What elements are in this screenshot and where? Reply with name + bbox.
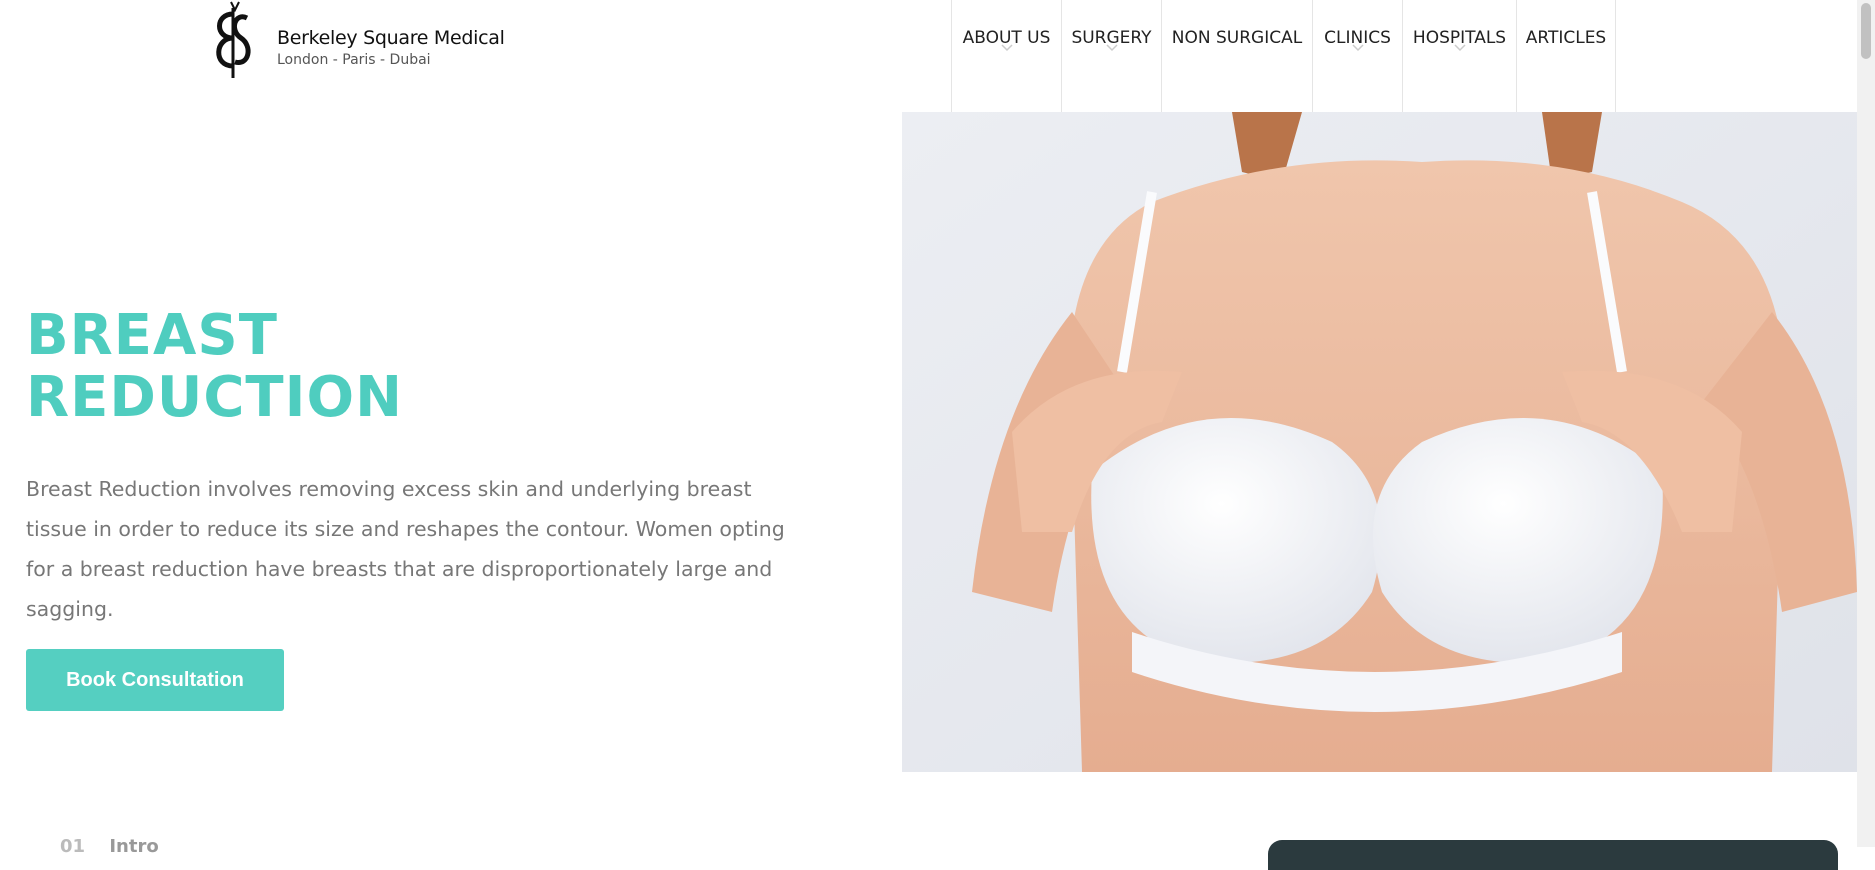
- nav-item-hospitals[interactable]: HOSPITALS: [1402, 0, 1516, 112]
- page-title-line-1: BREAST: [26, 303, 278, 368]
- scrollbar-thumb[interactable]: [1861, 3, 1871, 59]
- nav-label: ARTICLES: [1525, 28, 1607, 48]
- chevron-down-icon: [1105, 44, 1118, 52]
- page-title-line-2: REDUCTION: [26, 365, 403, 430]
- page-title: BREAST REDUCTION: [26, 305, 403, 429]
- scrollbar[interactable]: [1857, 0, 1875, 847]
- book-consultation-button[interactable]: Book Consultation: [26, 649, 284, 711]
- hero-photo: [902, 112, 1857, 772]
- nav-item-surgery[interactable]: SURGERY: [1061, 0, 1161, 112]
- nav-label: NON SURGICAL: [1171, 28, 1303, 48]
- brand-name: Berkeley Square Medical: [277, 27, 505, 49]
- dark-card: [1268, 840, 1838, 870]
- nav-item-about-us[interactable]: ABOUT US: [951, 0, 1061, 112]
- main-nav: ABOUT US SURGERY NON SURGICAL CLINICS HO…: [951, 0, 1616, 112]
- chevron-down-icon: [1351, 44, 1364, 52]
- chevron-down-icon: [1453, 44, 1466, 52]
- nav-item-non-surgical[interactable]: NON SURGICAL: [1161, 0, 1312, 112]
- brand-logo[interactable]: Berkeley Square Medical London - Paris -…: [209, 0, 509, 82]
- bs-monogram-icon: [216, 1, 251, 78]
- brand-locations: London - Paris - Dubai: [277, 52, 431, 68]
- nav-item-articles[interactable]: ARTICLES: [1516, 0, 1616, 112]
- nav-item-clinics[interactable]: CLINICS: [1312, 0, 1402, 112]
- hero-description: Breast Reduction involves removing exces…: [26, 477, 785, 621]
- chevron-down-icon: [1000, 44, 1013, 52]
- hero-image: [902, 112, 1857, 772]
